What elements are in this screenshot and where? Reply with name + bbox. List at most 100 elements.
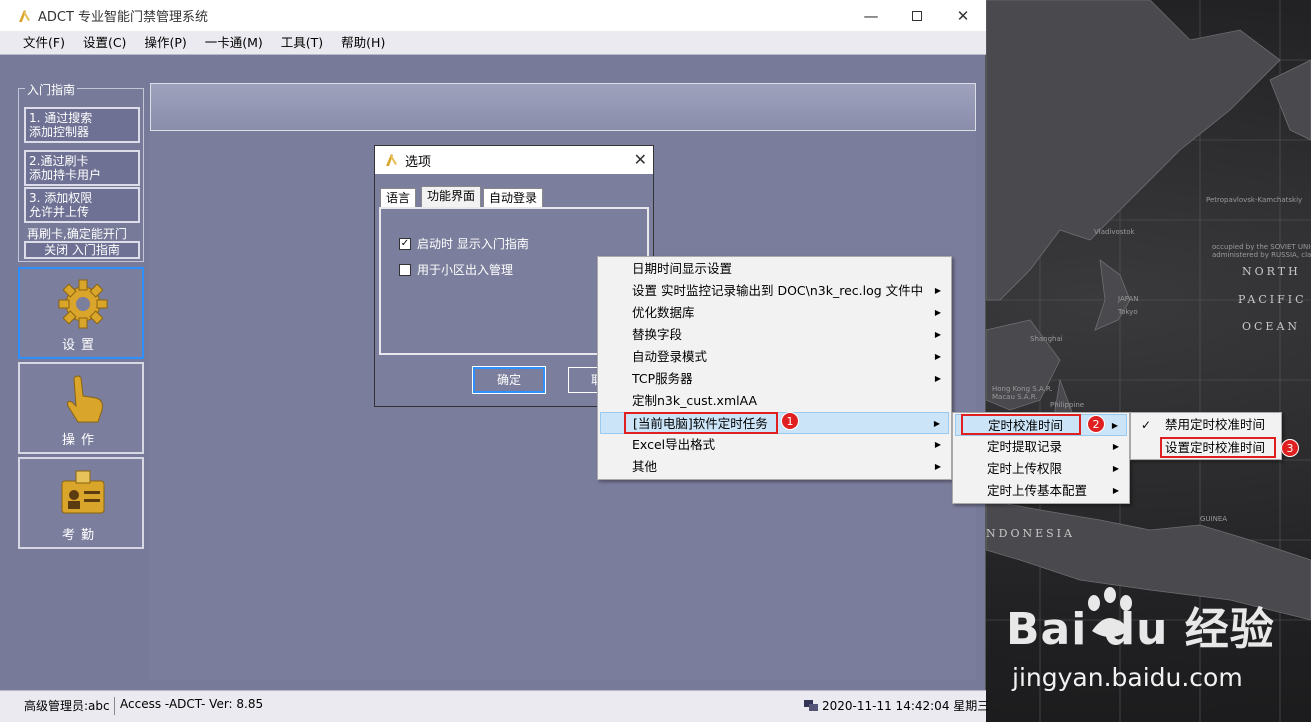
submenu-arrow-icon: ▶ — [1112, 464, 1119, 473]
submenu-arrow-icon: ▶ — [934, 374, 941, 383]
tab-language[interactable]: 语言 — [380, 188, 417, 207]
checkbox-show-guide[interactable]: ✓ 启动时 显示入门指南 — [399, 235, 529, 252]
menu-item-auto-login-mode[interactable]: 自动登录模式 ▶ — [600, 346, 949, 368]
minimize-button[interactable]: — — [848, 0, 894, 31]
status-user: 高级管理员:abc — [24, 699, 110, 713]
menu-item-optimize-db[interactable]: 优化数据库 ▶ — [600, 302, 949, 324]
menu-tools[interactable]: 工具(T) — [272, 31, 332, 55]
submenu-arrow-icon: ▶ — [934, 286, 941, 295]
submenu-arrow-icon: ▶ — [933, 419, 940, 428]
ok-button[interactable]: 确定 — [472, 366, 546, 394]
map-label-macau: Macau S.A.R. — [992, 393, 1038, 401]
menu-item-datetime-display[interactable]: 日期时间显示设置 — [600, 258, 949, 280]
map-label-guinea: GUINEA — [1200, 515, 1228, 523]
map-label-occupied: occupied by the SOVIET UNION in 1945 — [1212, 243, 1311, 251]
menu-item-monitor-log-output[interactable]: 设置 实时监控记录输出到 DOC\n3k_rec.log 文件中 ▶ — [600, 280, 949, 302]
tab-interface[interactable]: 功能界面 — [421, 186, 482, 208]
map-label-administered: administered by RUSSIA, claimed by JAPAN — [1212, 251, 1311, 259]
guide-step-line: 允许并上传 — [29, 205, 90, 219]
maximize-button[interactable] — [894, 0, 940, 31]
context-menu: 日期时间显示设置 设置 实时监控记录输出到 DOC\n3k_rec.log 文件… — [597, 256, 952, 480]
map-label-vladivostok: Vladivostok — [1094, 228, 1135, 236]
id-card-icon — [61, 470, 105, 514]
map-label-ocean: OCEAN — [1242, 320, 1301, 333]
guide-step-add-card-user[interactable]: 2.通过刷卡 添加持卡用户 — [24, 150, 140, 186]
annotation-box-2 — [961, 414, 1081, 435]
watermark-url: jingyan.baidu.com — [1012, 663, 1243, 692]
menu-item-disable-calibration[interactable]: ✓ 禁用定时校准时间 — [1133, 414, 1279, 436]
menu-item-replace-field[interactable]: 替换字段 ▶ — [600, 324, 949, 346]
close-button[interactable]: ✕ — [940, 0, 986, 31]
dialog-title-bar[interactable]: 选项 ✕ — [375, 146, 653, 174]
menu-item-label: 定时上传权限 — [987, 461, 1063, 476]
operation-label: 操作 — [61, 433, 100, 448]
menu-item-label: 定时提取记录 — [987, 439, 1063, 454]
map-label-pacific: PACIFIC — [1238, 293, 1307, 306]
network-icon — [804, 700, 818, 711]
getting-started-panel: 入门指南 1. 通过搜索 添加控制器 2.通过刷卡 添加持卡用户 3. 添加权限… — [18, 81, 144, 262]
maximize-icon — [912, 10, 922, 21]
submenu-arrow-icon: ▶ — [1112, 486, 1119, 495]
checkbox-unchecked-icon[interactable] — [399, 263, 411, 276]
menu-item-timed-upload-permissions[interactable]: 定时上传权限 ▶ — [955, 458, 1127, 480]
attendance-button[interactable]: 考勤 — [18, 457, 144, 549]
status-version: Access -ADCT- Ver: 8.85 — [120, 697, 264, 711]
submenu-arrow-icon: ▶ — [1111, 421, 1118, 430]
operation-button[interactable]: 操作 — [18, 362, 144, 454]
minimize-icon: — — [863, 6, 879, 25]
tab-auto-login[interactable]: 自动登录 — [483, 188, 544, 207]
annotation-box-1 — [624, 412, 778, 434]
menu-item-custom-xml[interactable]: 定制n3k_cust.xmlAA — [600, 390, 949, 412]
menu-bar: 文件(F) 设置(C) 操作(P) 一卡通(M) 工具(T) 帮助(H) — [0, 31, 986, 55]
title-bar[interactable]: ADCT 专业智能门禁管理系统 — ✕ — [0, 0, 986, 31]
menu-help[interactable]: 帮助(H) — [332, 31, 394, 55]
menu-item-timed-fetch-records[interactable]: 定时提取记录 ▶ — [955, 436, 1127, 458]
map-label-kamchatskiy: Petropavlovsk-Kamchatskiy — [1206, 196, 1303, 204]
map-label-north: NORTH — [1242, 265, 1301, 278]
map-label-japan: JAPAN — [1118, 295, 1139, 303]
baidu-jingyan-watermark: Bai du 经验 jingyan.baidu.com — [1000, 575, 1300, 695]
menu-item-tcp-server[interactable]: TCP服务器 ▶ — [600, 368, 949, 390]
map-label-tokyo: Tokyo — [1118, 308, 1138, 316]
menu-item-other[interactable]: 其他 ▶ — [600, 456, 949, 478]
menu-file[interactable]: 文件(F) — [14, 31, 74, 55]
guide-step-add-permission[interactable]: 3. 添加权限 允许并上传 — [24, 187, 140, 223]
menu-item-label: 替换字段 — [632, 327, 683, 342]
gear-icon — [58, 279, 108, 329]
dialog-close-icon[interactable]: ✕ — [634, 150, 647, 169]
submenu-arrow-icon: ▶ — [934, 352, 941, 361]
menu-item-label: 定时上传基本配置 — [987, 483, 1088, 498]
content-header — [150, 83, 976, 131]
annotation-badge-2: 2 — [1087, 415, 1105, 433]
menu-item-timed-upload-config[interactable]: 定时上传基本配置 ▶ — [955, 480, 1127, 502]
dialog-title: 选项 — [405, 154, 432, 170]
submenu-arrow-icon: ▶ — [934, 462, 941, 471]
guide-step-line: 添加控制器 — [29, 125, 90, 139]
status-bar: 高级管理员:abc Access -ADCT- Ver: 8.85 2020-1… — [0, 690, 989, 722]
guide-step-search-controller[interactable]: 1. 通过搜索 添加控制器 — [24, 107, 140, 143]
guide-legend: 入门指南 — [25, 81, 78, 98]
guide-step-line: 添加持卡用户 — [29, 168, 102, 182]
attendance-label: 考勤 — [61, 528, 100, 543]
menu-one-card[interactable]: 一卡通(M) — [196, 31, 272, 55]
submenu-arrow-icon: ▶ — [1112, 442, 1119, 451]
checkbox-checked-icon[interactable]: ✓ — [399, 237, 411, 250]
watermark-logo: Bai du 经验 — [1006, 604, 1275, 655]
menu-item-label: 自动登录模式 — [632, 349, 708, 364]
checkbox-label: 启动时 显示入门指南 — [417, 237, 529, 251]
settings-label: 设置 — [61, 338, 100, 353]
submenu-arrow-icon: ▶ — [934, 440, 941, 449]
menu-settings[interactable]: 设置(C) — [74, 31, 135, 55]
checkbox-community-access[interactable]: 用于小区出入管理 — [399, 261, 513, 278]
menu-item-label: Excel导出格式 — [632, 437, 716, 452]
menu-item-excel-export-format[interactable]: Excel导出格式 ▶ — [600, 434, 949, 456]
check-icon: ✓ — [1141, 418, 1152, 432]
hand-pointer-icon — [67, 375, 103, 423]
menu-item-label: 优化数据库 — [632, 305, 695, 320]
menu-item-label: 设置 实时监控记录输出到 DOC\n3k_rec.log 文件中 — [632, 283, 924, 298]
settings-button[interactable]: 设置 — [18, 267, 144, 359]
guide-step-line: 1. 通过搜索 — [29, 111, 93, 125]
menu-operation[interactable]: 操作(P) — [135, 31, 195, 55]
close-guide-button[interactable]: 关闭 入门指南 — [24, 241, 140, 259]
status-separator — [114, 697, 115, 715]
